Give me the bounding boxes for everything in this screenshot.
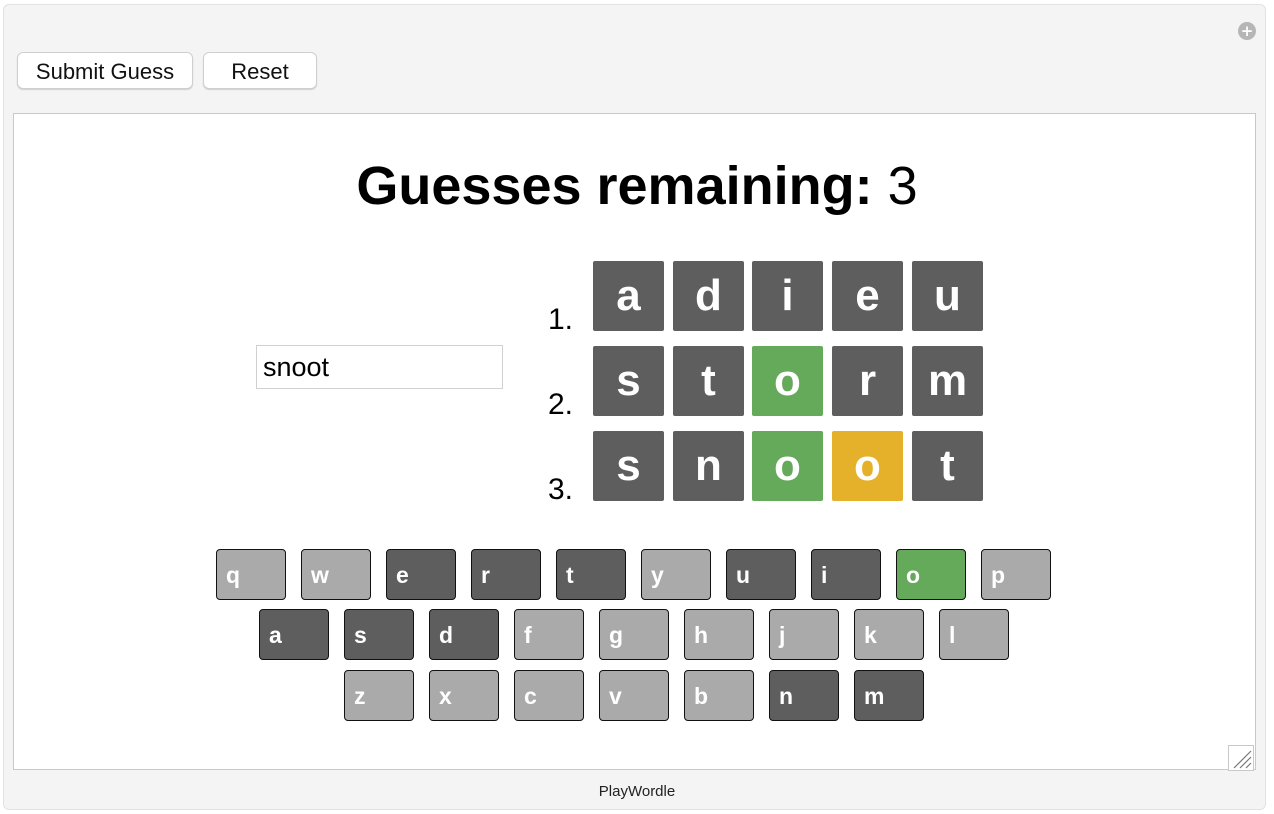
key-s[interactable]: s bbox=[344, 609, 414, 660]
letter-tile: o bbox=[752, 431, 823, 501]
key-u[interactable]: u bbox=[726, 549, 796, 600]
guess-number: 3. bbox=[548, 473, 574, 506]
resize-grip-icon[interactable] bbox=[1228, 745, 1254, 771]
footer-title: PlayWordle bbox=[598, 783, 676, 800]
key-b[interactable]: b bbox=[684, 670, 754, 721]
reset-button[interactable]: Reset bbox=[203, 52, 317, 89]
key-z[interactable]: z bbox=[344, 670, 414, 721]
letter-tile: m bbox=[912, 346, 983, 416]
key-a[interactable]: a bbox=[259, 609, 329, 660]
key-q[interactable]: q bbox=[216, 549, 286, 600]
key-g[interactable]: g bbox=[599, 609, 669, 660]
key-w[interactable]: w bbox=[301, 549, 371, 600]
letter-tile: u bbox=[912, 261, 983, 331]
letter-tile: n bbox=[673, 431, 744, 501]
letter-tile: a bbox=[593, 261, 664, 331]
key-l[interactable]: l bbox=[939, 609, 1009, 660]
key-m[interactable]: m bbox=[854, 670, 924, 721]
letter-tile: r bbox=[832, 346, 903, 416]
letter-tile: d bbox=[673, 261, 744, 331]
key-j[interactable]: j bbox=[769, 609, 839, 660]
letter-tile: i bbox=[752, 261, 823, 331]
key-n[interactable]: n bbox=[769, 670, 839, 721]
letter-tile: s bbox=[593, 346, 664, 416]
plus-circle-icon[interactable]: + bbox=[1238, 22, 1256, 40]
guesses-remaining-label: Guesses remaining: bbox=[356, 156, 873, 216]
submit-guess-button[interactable]: Submit Guess bbox=[17, 52, 193, 89]
key-x[interactable]: x bbox=[429, 670, 499, 721]
guess-number: 1. bbox=[548, 303, 574, 336]
letter-tile: o bbox=[832, 431, 903, 501]
key-t[interactable]: t bbox=[556, 549, 626, 600]
key-f[interactable]: f bbox=[514, 609, 584, 660]
letter-tile: e bbox=[832, 261, 903, 331]
guesses-remaining-heading: Guesses remaining: 3 bbox=[0, 153, 1274, 219]
letter-tile: t bbox=[673, 346, 744, 416]
key-k[interactable]: k bbox=[854, 609, 924, 660]
letter-tile: s bbox=[593, 431, 664, 501]
key-y[interactable]: y bbox=[641, 549, 711, 600]
guess-number: 2. bbox=[548, 388, 574, 421]
letter-tile: o bbox=[752, 346, 823, 416]
key-e[interactable]: e bbox=[386, 549, 456, 600]
guesses-remaining-count: 3 bbox=[887, 156, 918, 216]
guess-input[interactable] bbox=[256, 345, 503, 389]
key-c[interactable]: c bbox=[514, 670, 584, 721]
key-p[interactable]: p bbox=[981, 549, 1051, 600]
key-r[interactable]: r bbox=[471, 549, 541, 600]
key-h[interactable]: h bbox=[684, 609, 754, 660]
key-o[interactable]: o bbox=[896, 549, 966, 600]
letter-tile: t bbox=[912, 431, 983, 501]
key-i[interactable]: i bbox=[811, 549, 881, 600]
key-v[interactable]: v bbox=[599, 670, 669, 721]
key-d[interactable]: d bbox=[429, 609, 499, 660]
